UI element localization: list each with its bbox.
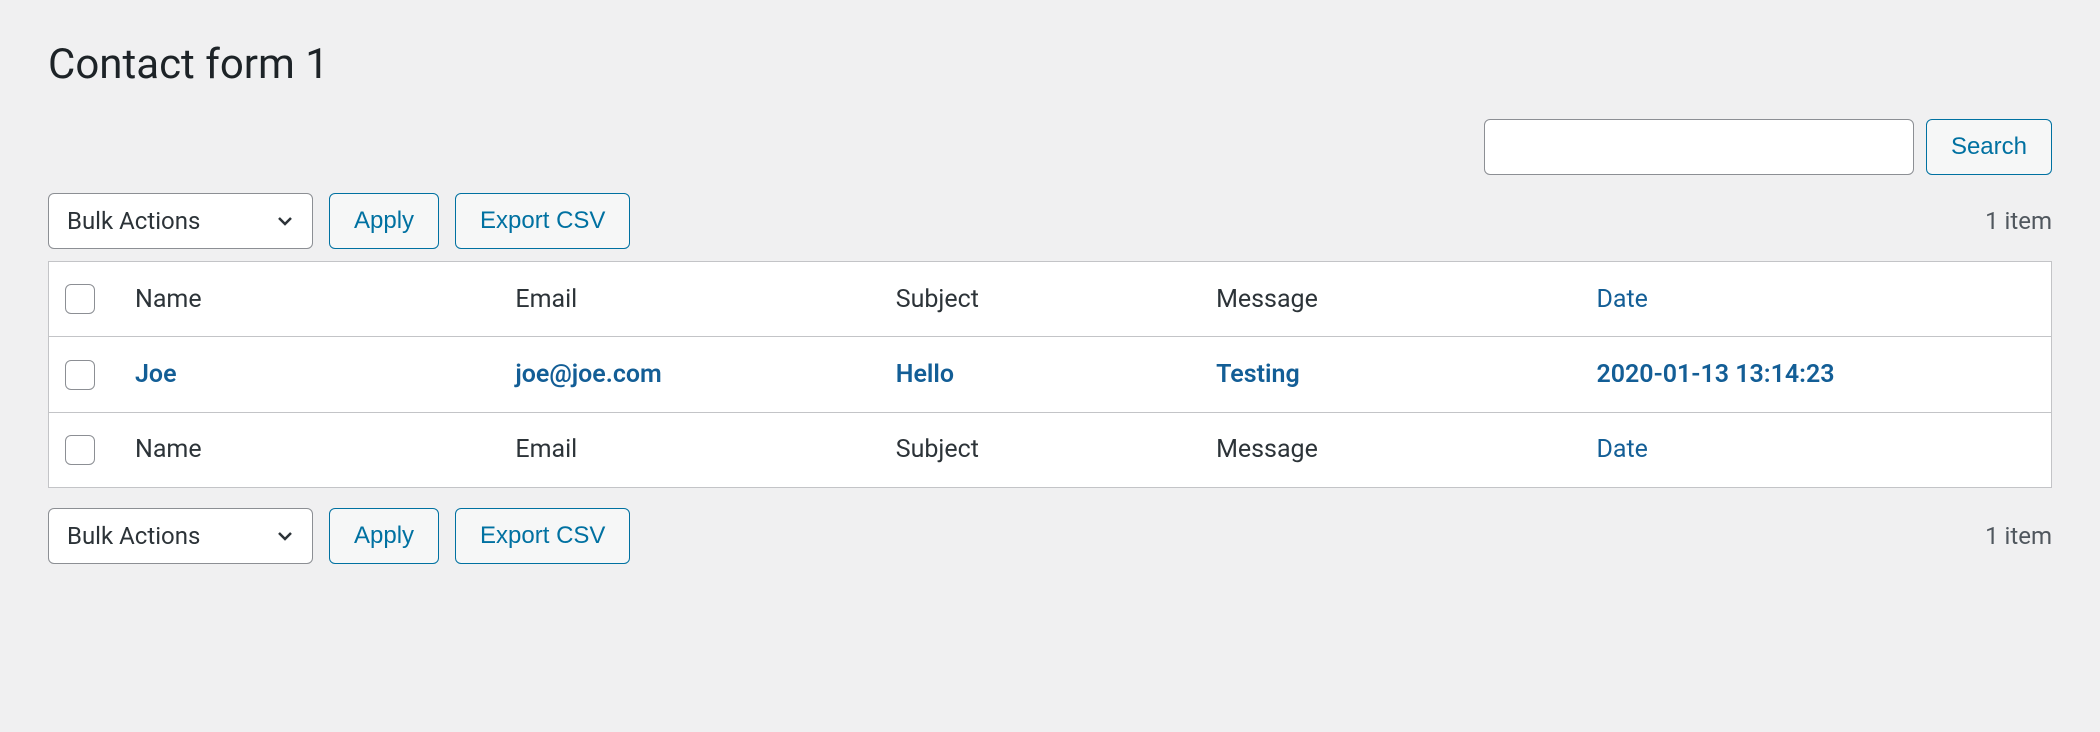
entries-table: Name Email Subject Message Date Joe joe@… (48, 261, 2052, 488)
column-footer-date[interactable]: Date (1580, 412, 2051, 487)
select-all-checkbox-footer[interactable] (65, 435, 95, 465)
bulk-actions-select-bottom[interactable]: Bulk Actions (48, 508, 313, 564)
search-input[interactable] (1484, 119, 1914, 175)
item-count: 1 item (1985, 207, 2052, 235)
export-csv-button-bottom[interactable]: Export CSV (455, 508, 630, 564)
toolbar-bottom: Bulk Actions Apply Export CSV 1 item (48, 508, 2052, 564)
row-subject-link[interactable]: Hello (896, 360, 954, 389)
row-date-link[interactable]: 2020-01-13 13:14:23 (1596, 360, 1834, 389)
row-message-link[interactable]: Testing (1216, 360, 1300, 389)
column-footer-message[interactable]: Message (1200, 412, 1580, 487)
row-email-link[interactable]: joe@joe.com (515, 360, 661, 389)
row-checkbox[interactable] (65, 360, 95, 390)
column-footer-name[interactable]: Name (119, 412, 499, 487)
search-row: Search (48, 119, 2052, 175)
table-header-row: Name Email Subject Message Date (49, 262, 2051, 337)
toolbar-top: Bulk Actions Apply Export CSV 1 item (48, 193, 2052, 249)
bulk-actions-select[interactable]: Bulk Actions (48, 193, 313, 249)
select-all-checkbox[interactable] (65, 284, 95, 314)
table-row: Joe joe@joe.com Hello Testing 2020-01-13… (49, 337, 2051, 411)
chevron-down-icon (274, 210, 296, 232)
row-name-link[interactable]: Joe (135, 360, 177, 389)
search-button[interactable]: Search (1926, 119, 2052, 175)
page-title: Contact form 1 (48, 0, 2052, 119)
bulk-actions-label: Bulk Actions (67, 522, 200, 550)
column-footer-subject[interactable]: Subject (880, 412, 1200, 487)
column-header-message[interactable]: Message (1200, 262, 1580, 337)
column-header-name[interactable]: Name (119, 262, 499, 337)
column-header-email[interactable]: Email (499, 262, 879, 337)
bulk-actions-label: Bulk Actions (67, 207, 200, 235)
column-header-subject[interactable]: Subject (880, 262, 1200, 337)
apply-button-bottom[interactable]: Apply (329, 508, 439, 564)
table-footer-row: Name Email Subject Message Date (49, 412, 2051, 487)
column-footer-email[interactable]: Email (499, 412, 879, 487)
apply-button[interactable]: Apply (329, 193, 439, 249)
column-header-date[interactable]: Date (1580, 262, 2051, 337)
item-count-bottom: 1 item (1985, 522, 2052, 550)
chevron-down-icon (274, 525, 296, 547)
export-csv-button[interactable]: Export CSV (455, 193, 630, 249)
